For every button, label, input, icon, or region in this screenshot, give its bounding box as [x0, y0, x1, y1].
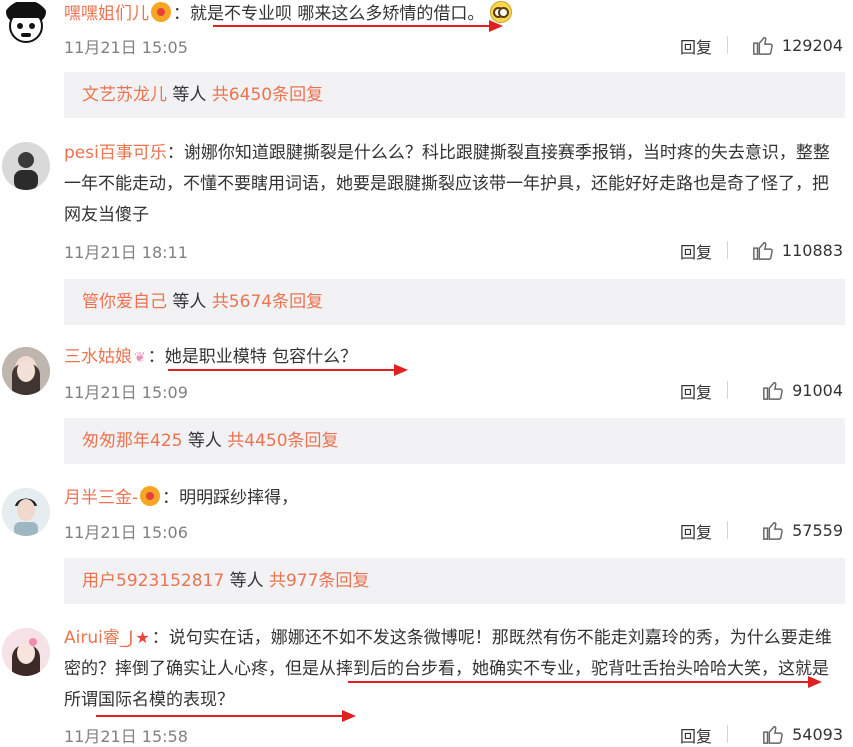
like-count: 110883: [781, 240, 843, 260]
avatar[interactable]: [2, 347, 50, 395]
like-button[interactable]: 110883: [752, 235, 843, 265]
comment-meta: 11月21日 15:06 回复 57559: [64, 515, 843, 545]
comment-meta: 11月21日 18:11 回复 110883: [64, 235, 843, 265]
comment-text: pesi百事可乐：谢娜你知道跟腱撕裂是什么么？科比跟腱撕裂直接赛季报销，当时疼的…: [64, 138, 845, 231]
thumbs-up-icon: [763, 521, 783, 540]
annotation-arrow: [168, 364, 408, 376]
reply-count-link[interactable]: 共6450条回复: [212, 85, 323, 105]
comment-item: pesi百事可乐：谢娜你知道跟腱撕裂是什么么？科比跟腱撕裂直接赛季报销，当时疼的…: [0, 138, 853, 338]
divider: [727, 241, 728, 259]
reply-button[interactable]: 回复: [680, 519, 712, 543]
divider: [727, 725, 728, 743]
reply-count-link[interactable]: 共977条回复: [269, 571, 369, 591]
comment-item: 三水姑娘 ❦ ：她是职业模特 包容什么？ 11月21日 15:09 回复 91004…: [0, 342, 853, 472]
username-link[interactable]: pesi百事可乐: [64, 143, 167, 163]
colon: ：: [166, 143, 184, 163]
colon: ：: [147, 347, 165, 367]
avatar[interactable]: [2, 0, 50, 48]
username-link[interactable]: 三水姑娘: [64, 347, 132, 367]
comment-meta: 11月21日 15:09 回复 91004: [64, 375, 843, 405]
thumbs-up-icon: [763, 381, 783, 400]
thumbs-up-icon: [753, 241, 773, 260]
comment-text: Airui睿_J ★ ：说句实在话，娜娜还不如不发这条微博呢！那既然有伤不能走刘嘉玲…: [64, 622, 845, 716]
annotation-arrow: [348, 676, 822, 688]
timestamp: 11月21日 15:05: [64, 38, 188, 57]
annotation-arrow: [96, 710, 356, 722]
vip-badge-icon: [151, 2, 171, 22]
reply-summary-text: 等人: [224, 571, 269, 591]
colon: ：: [162, 488, 180, 508]
timestamp: 11月21日 15:09: [64, 383, 188, 402]
reply-count-link[interactable]: 共5674条回复: [212, 292, 323, 312]
comment-body: 她是职业模特 包容什么？: [164, 347, 358, 367]
avatar[interactable]: [2, 142, 50, 190]
like-button[interactable]: 91004: [762, 375, 843, 405]
reply-summary[interactable]: 用户5923152817 等人 共977条回复: [64, 558, 845, 604]
reply-summary[interactable]: 管你爱自己 等人 共5674条回复: [64, 279, 845, 325]
comment-body: 说句实在话，娜娜还不如不发这条微博呢！那既然有伤不能走刘嘉玲的秀，为什么要走维密…: [64, 628, 832, 710]
username-link[interactable]: 嘿嘿姐们儿: [64, 4, 149, 24]
reply-summary[interactable]: 匆匆那年425 等人 共4450条回复: [64, 418, 845, 464]
star-icon: ★: [135, 628, 150, 647]
like-count: 57559: [792, 520, 843, 540]
annotation-arrow: [213, 20, 503, 32]
comment-text: 月半三金- ：明明踩纱摔得，: [64, 483, 845, 514]
timestamp: 11月21日 18:11: [64, 243, 188, 262]
comment-body: 就是不专业呗 哪来这么多矫情的借口。: [190, 4, 485, 24]
like-count: 91004: [792, 380, 843, 400]
username-link[interactable]: 月半三金-: [64, 488, 138, 508]
like-button[interactable]: 57559: [762, 515, 843, 545]
timestamp: 11月21日 15:06: [64, 523, 188, 542]
butterfly-icon: ❦: [134, 350, 146, 366]
reply-button[interactable]: 回复: [680, 239, 712, 263]
reply-user-link[interactable]: 匆匆那年425: [82, 431, 182, 451]
colon: ：: [151, 628, 169, 648]
reply-count-link[interactable]: 共4450条回复: [227, 431, 338, 451]
reply-summary[interactable]: 文艺苏龙儿 等人 共6450条回复: [64, 72, 845, 118]
reply-user-link[interactable]: 文艺苏龙儿: [82, 85, 167, 105]
like-count: 54093: [792, 724, 843, 744]
timestamp: 11月21日 15:58: [64, 727, 188, 746]
reply-button[interactable]: 回复: [680, 34, 712, 58]
avatar[interactable]: [2, 628, 50, 676]
comment-meta: 11月21日 15:05 回复 129204: [64, 30, 843, 60]
comment-meta: 11月21日 15:58 回复 54093: [64, 719, 843, 747]
like-count: 129204: [781, 35, 843, 55]
reply-user-link[interactable]: 管你爱自己: [82, 292, 167, 312]
divider: [727, 521, 728, 539]
comment-body: 明明踩纱摔得，: [179, 488, 299, 508]
like-button[interactable]: 54093: [762, 719, 843, 747]
like-button[interactable]: 129204: [752, 30, 843, 60]
vip-badge-icon: [140, 486, 161, 506]
comment-item: Airui睿_J ★ ：说句实在话，娜娜还不如不发这条微博呢！那既然有伤不能走刘嘉玲…: [0, 622, 853, 747]
reply-button[interactable]: 回复: [680, 723, 712, 747]
comment-item: 月半三金- ：明明踩纱摔得， 11月21日 15:06 回复 57559 用户59…: [0, 482, 853, 612]
avatar[interactable]: [2, 488, 50, 536]
reply-summary-text: 等人: [167, 85, 212, 105]
reply-user-link[interactable]: 用户5923152817: [82, 571, 224, 591]
comment-item: 嘿嘿姐们儿 ：就是不专业呗 哪来这么多矫情的借口。 11月21日 15:05 回复…: [0, 0, 853, 120]
reply-summary-text: 等人: [167, 292, 212, 312]
divider: [727, 36, 728, 54]
thumbs-up-icon: [753, 36, 773, 55]
reply-summary-text: 等人: [182, 431, 228, 451]
reply-button[interactable]: 回复: [680, 379, 712, 403]
divider: [727, 381, 728, 399]
thumbs-up-icon: [763, 725, 783, 744]
colon: ：: [173, 4, 190, 24]
username-link[interactable]: Airui睿_J: [64, 628, 133, 648]
